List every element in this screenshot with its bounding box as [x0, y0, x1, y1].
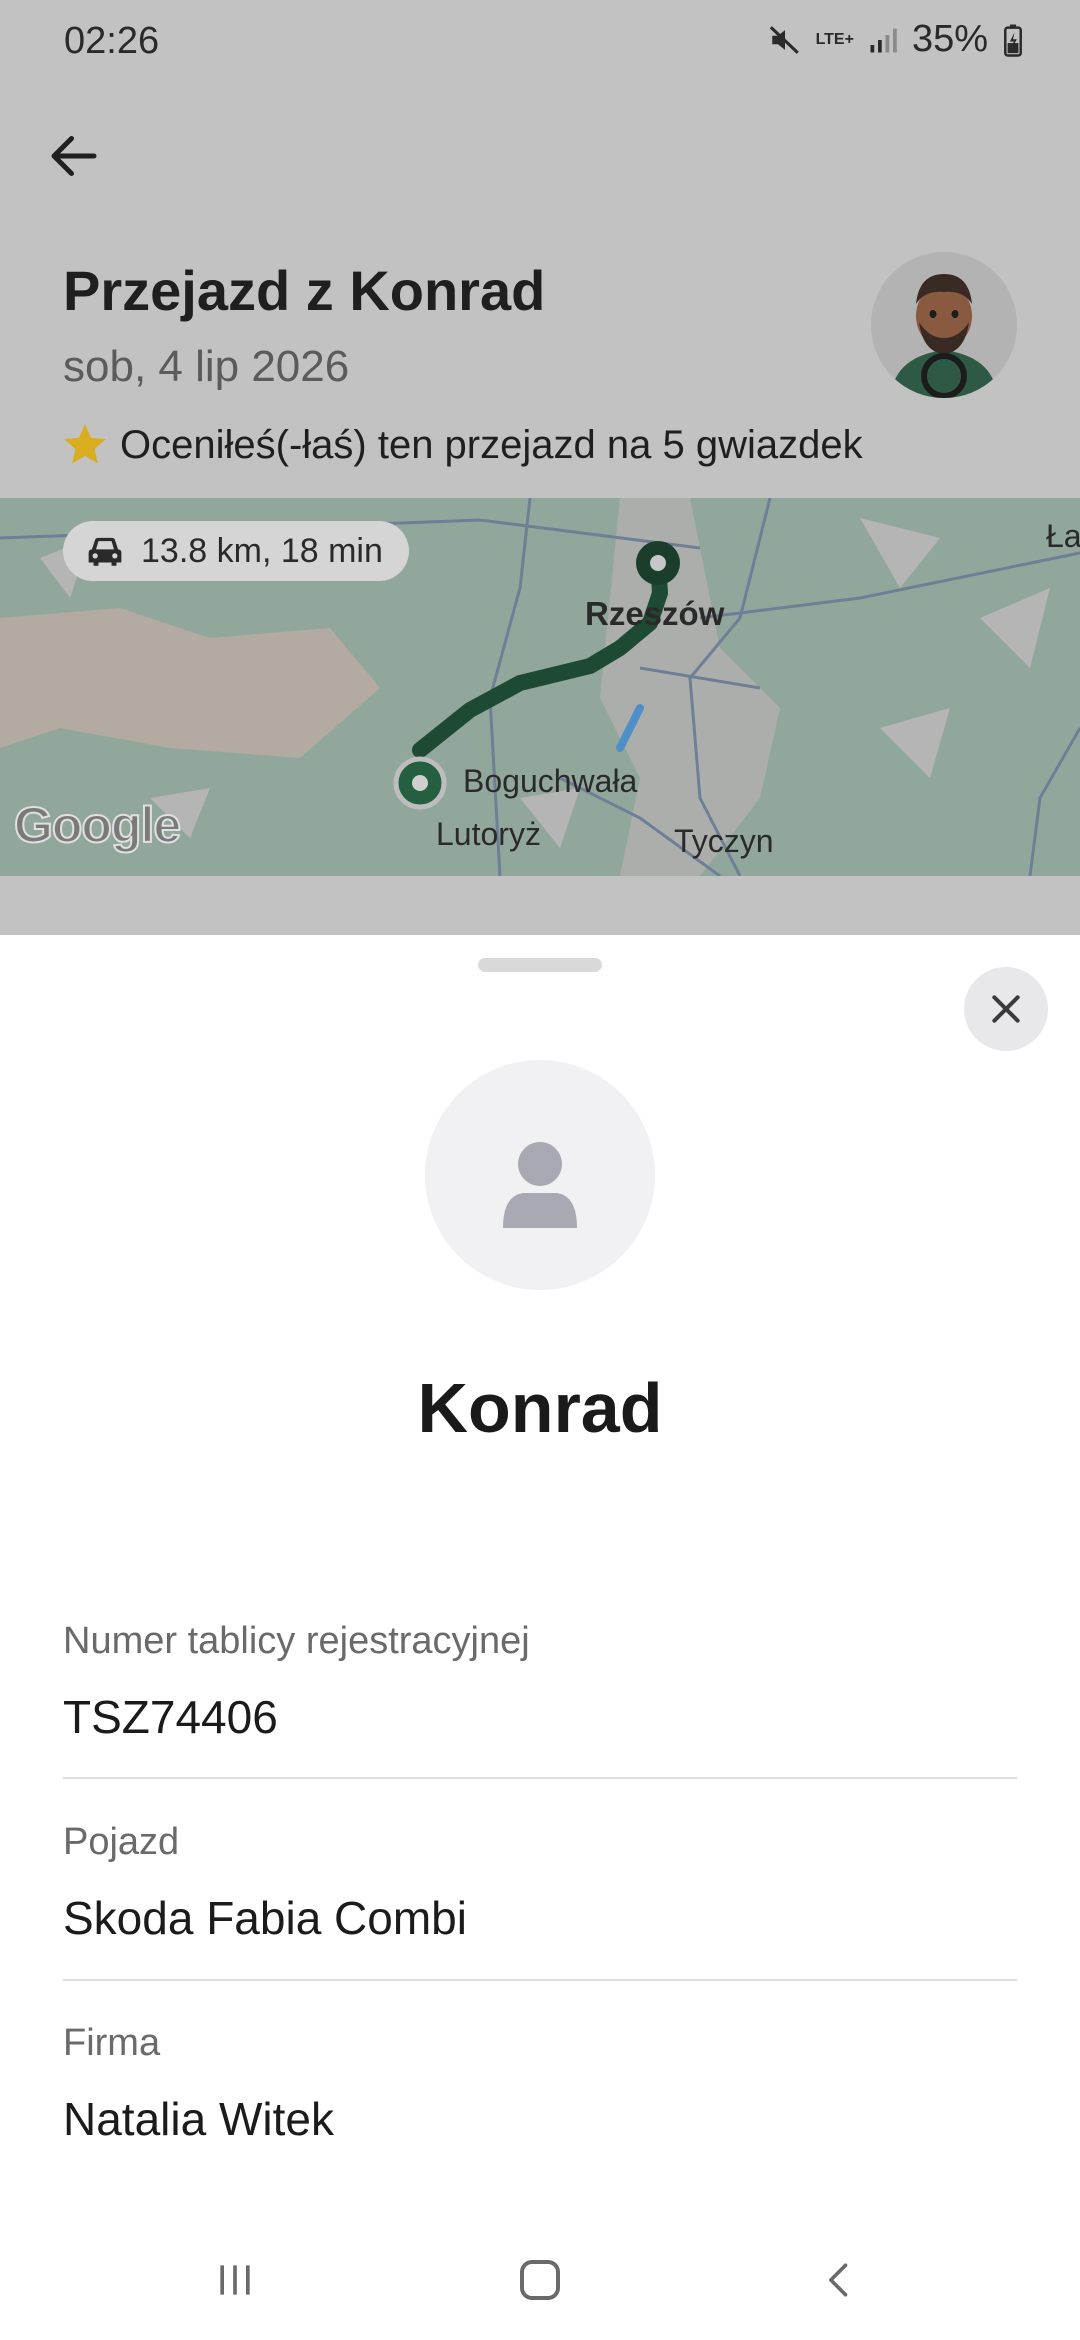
star-icon [64, 424, 106, 464]
battery-percent: 35% [911, 18, 988, 60]
map-label-tyczyn: Tyczyn [674, 823, 774, 859]
divider [63, 1777, 1017, 1779]
system-nav-bar [0, 2220, 1080, 2340]
plate-value: TSZ74406 [63, 1691, 278, 1743]
map-label-lutoryz: Lutoryż [436, 816, 541, 852]
close-icon [992, 995, 1020, 1023]
sheet-drag-handle[interactable] [478, 958, 602, 972]
driver-name: Konrad [417, 1369, 663, 1447]
google-attribution: Google [13, 796, 182, 854]
network-label: LTE+ [815, 30, 854, 48]
rating-summary: Oceniłeś(-łaś) ten przejazd na 5 gwiazde… [60, 420, 863, 470]
status-time: 02:26 [64, 20, 160, 62]
divider [63, 1979, 1017, 1981]
status-icons: LTE+ 35% [768, 18, 1024, 61]
driver-avatar-placeholder [425, 1060, 655, 1290]
home-button[interactable] [500, 2250, 580, 2310]
rating-text: Oceniłeś(-łaś) ten przejazd na 5 gwiazde… [120, 422, 863, 467]
car-icon [88, 537, 122, 566]
route-summary-text: 13.8 km, 18 min [141, 531, 383, 570]
company-value: Natalia Witek [63, 2093, 334, 2145]
arrow-left-icon [51, 136, 97, 176]
back-button[interactable] [38, 120, 110, 192]
route-summary-chip: 13.8 km, 18 min [63, 521, 409, 581]
person-icon [503, 1142, 577, 1228]
vehicle-value: Skoda Fabia Combi [63, 1892, 467, 1944]
close-button[interactable] [964, 967, 1048, 1051]
home-icon [520, 2260, 560, 2300]
vehicle-label: Pojazd [63, 1821, 180, 1863]
back-nav-icon [829, 2263, 848, 2297]
driver-avatar[interactable] [871, 252, 1017, 398]
map-label-edge: Ła [1046, 518, 1080, 554]
map-label-boguchwala: Boguchwała [463, 763, 638, 799]
recent-apps-button[interactable] [195, 2250, 275, 2310]
ride-date: sob, 4 lip 2026 [63, 342, 350, 391]
page-title: Przejazd z Konrad [63, 259, 546, 322]
mute-icon [769, 25, 799, 54]
battery-charging-icon [1004, 24, 1022, 57]
status-bar: 02:26 LTE+ 35% [0, 0, 1080, 84]
plate-label: Numer tablicy rejestracyjnej [63, 1620, 530, 1662]
recent-apps-icon [220, 2265, 250, 2295]
back-nav-button[interactable] [800, 2250, 880, 2310]
company-label: Firma [63, 2022, 161, 2064]
map-label-rzeszow: Rzeszów [585, 595, 725, 632]
signal-icon [870, 28, 897, 52]
driver-illustration [871, 252, 1017, 398]
